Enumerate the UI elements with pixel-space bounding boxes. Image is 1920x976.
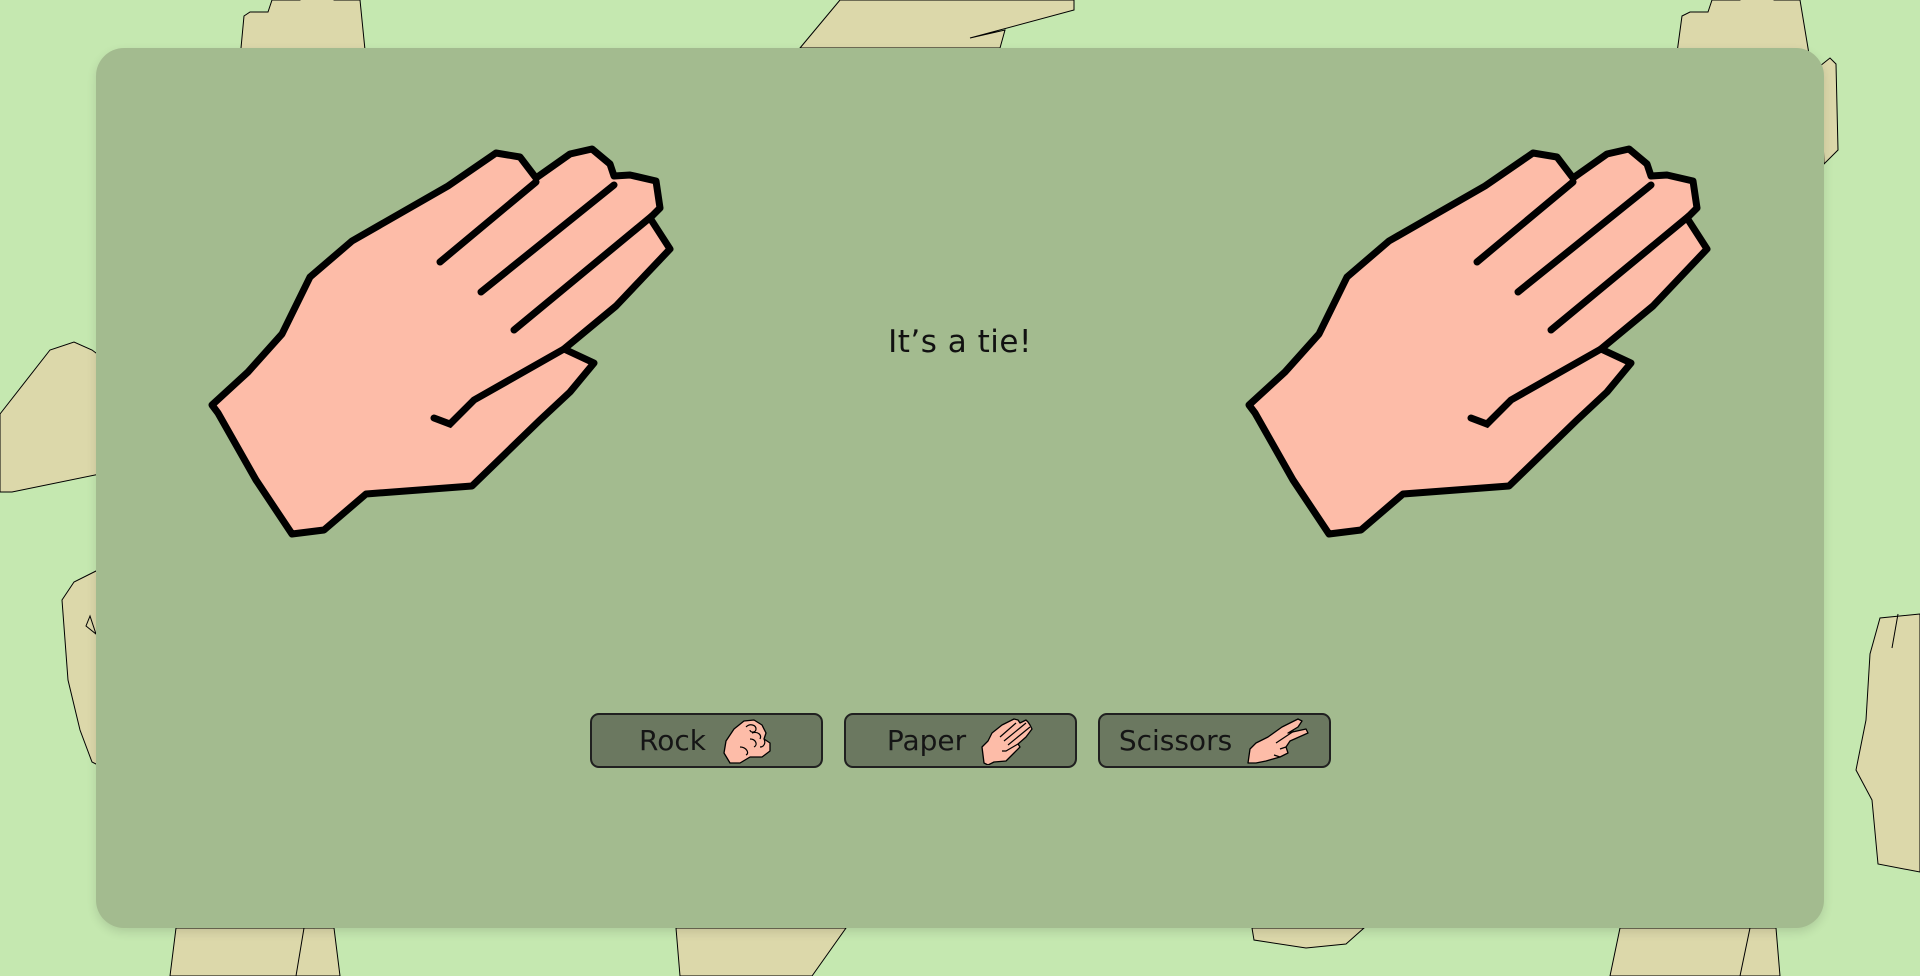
rock-fist-icon [723, 718, 771, 764]
background-hand-shape [1609, 927, 1781, 976]
scissors-fingers-icon [1247, 717, 1309, 764]
background-hand-shape [61, 569, 101, 767]
background-hand-shape [1855, 613, 1920, 873]
computer-paper-hand-icon [1245, 145, 1711, 538]
background-hand-shape [0, 341, 101, 493]
scissors-button-label: Scissors [1118, 724, 1233, 757]
result-message: It’s a tie! [888, 324, 1032, 360]
background-hand-shape [798, 0, 1075, 49]
paper-hand-icon [981, 717, 1033, 765]
background-hand-shape [169, 927, 341, 976]
choice-buttons: Rock Paper Scissors [590, 713, 1331, 768]
paper-button-label: Paper [886, 724, 967, 757]
player-paper-hand-icon [208, 145, 674, 538]
rock-button[interactable]: Rock [590, 713, 823, 768]
background-hand-shape [675, 927, 847, 976]
background-hand-shape [1251, 927, 1366, 949]
scissors-button[interactable]: Scissors [1098, 713, 1331, 768]
paper-button[interactable]: Paper [844, 713, 1077, 768]
rock-button-label: Rock [639, 724, 706, 757]
